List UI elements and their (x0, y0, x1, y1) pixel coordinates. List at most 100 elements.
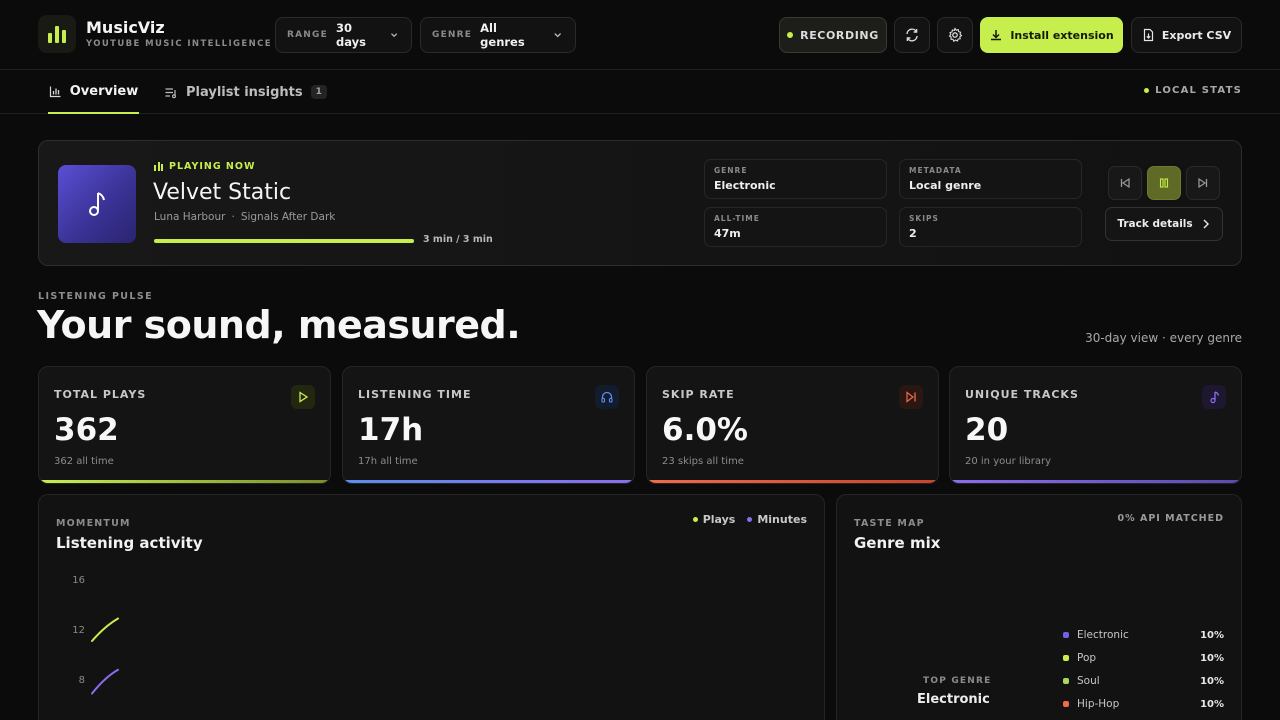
stat-value: 362 (54, 412, 119, 448)
play-icon (291, 385, 315, 409)
tab-playlist-badge: 1 (310, 85, 327, 99)
export-csv-label: Export CSV (1161, 28, 1232, 42)
stat-sub: 20 in your library (965, 456, 1052, 467)
activity-chart[interactable] (39, 495, 799, 720)
range-filter[interactable]: RANGE 30 days (275, 17, 412, 53)
genre-filter-label: GENRE (432, 30, 473, 40)
genre-swatch (1063, 678, 1069, 684)
pause-icon (1159, 178, 1169, 188)
chevron-down-icon (390, 33, 397, 38)
next-track-button[interactable] (1186, 166, 1220, 200)
stat-accent-bar (39, 480, 330, 483)
series-line-minutes (91, 668, 119, 695)
stat-label: TOTAL PLAYS (54, 388, 147, 401)
stat-sub: 17h all time (358, 456, 418, 467)
range-filter-label: RANGE (287, 30, 328, 40)
genre-pct: 10% (1200, 629, 1224, 641)
meta-skips: SKIPS 2 (899, 207, 1082, 247)
genre-swatch (1063, 632, 1069, 638)
stat-accent-bar (343, 480, 634, 483)
genre-name: Electronic (1077, 629, 1129, 641)
genre-swatch (1063, 701, 1069, 707)
skip-icon (899, 385, 923, 409)
file-export-icon (1143, 28, 1153, 42)
recording-toggle-button[interactable]: RECORDING (779, 17, 887, 53)
install-extension-label: Install extension (1010, 28, 1114, 42)
listening-activity-panel: MOMENTUM Listening activity Plays Minute… (38, 494, 825, 720)
bar-chart-icon (49, 86, 61, 97)
top-genre-value: Electronic (917, 692, 990, 707)
gear-icon (948, 27, 963, 43)
download-icon (991, 30, 1002, 41)
meta-genre-value: Electronic (714, 179, 776, 192)
playlist-icon (165, 87, 176, 98)
chevron-right-icon (1203, 219, 1209, 229)
stat-card-total-plays: TOTAL PLAYS 362 362 all time (38, 366, 331, 484)
tab-overview[interactable]: Overview (48, 70, 139, 114)
pause-button[interactable] (1147, 166, 1181, 200)
meta-alltime-label: ALL-TIME (714, 214, 760, 223)
genre-item[interactable]: Pop 10% (1063, 652, 1224, 664)
tab-bar: Overview Playlist insights 1 (0, 70, 1280, 114)
stat-accent-bar (950, 480, 1241, 483)
genre-swatch (1063, 655, 1069, 661)
tab-overview-label: Overview (69, 83, 139, 99)
track-progress-text: 3 min / 3 min (423, 234, 493, 245)
stat-card-listening-time: LISTENING TIME 17h 17h all time (342, 366, 635, 484)
track-details-button[interactable]: Track details (1105, 207, 1223, 241)
local-stats-indicator: LOCAL STATS (1144, 85, 1242, 96)
track-details-label: Track details (1117, 218, 1193, 230)
meta-genre-label: GENRE (714, 166, 748, 175)
export-csv-button[interactable]: Export CSV (1131, 17, 1242, 53)
stat-card-skip-rate: SKIP RATE 6.0% 23 skips all time (646, 366, 939, 484)
genre-item[interactable]: Hip-Hop 10% (1063, 698, 1224, 710)
recording-dot-icon (787, 32, 794, 38)
playing-now-label: PLAYING NOW (169, 161, 256, 172)
headphones-icon (595, 385, 619, 409)
skip-forward-icon (1198, 177, 1208, 189)
genre-mix-label: TASTE MAP (854, 518, 925, 529)
meta-metadata: METADATA Local genre (899, 159, 1082, 199)
top-bar: MusicViz YOUTUBE MUSIC INTELLIGENCE RANG… (0, 0, 1280, 70)
meta-genre: GENRE Electronic (704, 159, 887, 199)
track-meta: Luna Harbour · Signals After Dark (154, 211, 335, 223)
stat-card-unique-tracks: UNIQUE TRACKS 20 20 in your library (949, 366, 1242, 484)
now-playing-card: PLAYING NOW Velvet Static Luna Harbour ·… (38, 140, 1242, 266)
genre-name: Hip-Hop (1077, 698, 1120, 710)
settings-button[interactable] (937, 17, 973, 53)
genre-mix-title: Genre mix (854, 534, 941, 552)
stat-value: 6.0% (662, 412, 748, 448)
install-extension-button[interactable]: Install extension (980, 17, 1123, 53)
meta-skips-value: 2 (909, 227, 917, 240)
pulse-view-text: 30-day view · every genre (1085, 331, 1242, 345)
previous-track-button[interactable] (1108, 166, 1142, 200)
logo-icon (38, 15, 76, 53)
genre-item[interactable]: Electronic 10% (1063, 629, 1224, 641)
refresh-button[interactable] (894, 17, 930, 53)
pulse-label: LISTENING PULSE (38, 291, 154, 302)
genre-name: Soul (1077, 675, 1100, 687)
genre-filter-value: All genres (480, 21, 525, 49)
track-meta-separator: · (231, 211, 235, 223)
genre-filter[interactable]: GENRE All genres (420, 17, 576, 53)
genre-name: Pop (1077, 652, 1097, 664)
tab-playlist-insights[interactable]: Playlist insights 1 (164, 70, 327, 114)
stat-sub: 23 skips all time (662, 456, 744, 467)
track-progress-bar[interactable] (154, 239, 414, 243)
brand-name: MusicViz (86, 18, 165, 37)
skip-back-icon (1120, 177, 1130, 189)
genre-item[interactable]: Soul 10% (1063, 675, 1224, 687)
genre-pct: 10% (1200, 652, 1224, 664)
stat-sub: 362 all time (54, 456, 114, 467)
genre-mix-panel: TASTE MAP Genre mix 0% API MATCHED TOP G… (836, 494, 1242, 720)
track-progress-fill (154, 239, 414, 243)
page-title: Your sound, measured. (37, 303, 521, 347)
meta-alltime-value: 47m (714, 227, 741, 240)
brand-subtitle: YOUTUBE MUSIC INTELLIGENCE (86, 39, 272, 49)
meta-metadata-value: Local genre (909, 179, 982, 192)
equalizer-icon (154, 162, 163, 171)
refresh-icon (906, 28, 918, 42)
stat-label: SKIP RATE (662, 388, 735, 401)
tab-playlist-label: Playlist insights (186, 84, 303, 100)
api-matched-text: 0% API MATCHED (1117, 513, 1224, 524)
